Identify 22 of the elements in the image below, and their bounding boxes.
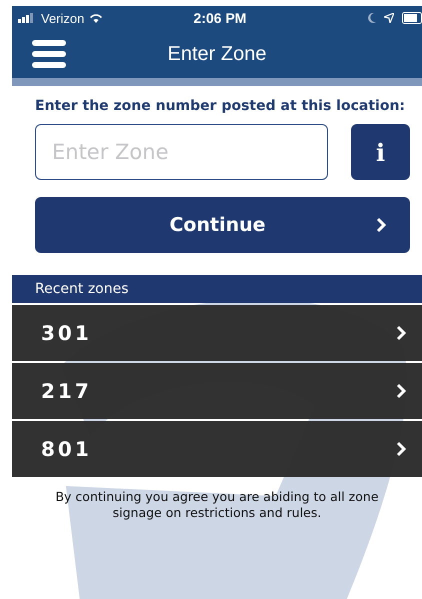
prompt-label: Enter the zone number posted at this location: bbox=[35, 98, 406, 114]
moon-icon bbox=[368, 13, 376, 23]
chevron-icon bbox=[396, 383, 406, 399]
menu-icon[interactable] bbox=[32, 40, 66, 68]
zone-input-field[interactable]: Enter Zone bbox=[35, 124, 328, 180]
screen-title: Enter Zone bbox=[166, 42, 268, 66]
chevron-icon bbox=[396, 441, 406, 457]
chevron-icon bbox=[376, 217, 386, 233]
zone-list-item[interactable]: 301 bbox=[12, 305, 422, 361]
clock-time: 2:06 PM bbox=[194, 10, 246, 26]
zone-list-item[interactable]: 217 bbox=[12, 363, 422, 419]
signal-icon bbox=[18, 13, 36, 23]
continue-button[interactable]: Continue bbox=[35, 197, 410, 253]
info-button[interactable]: i bbox=[351, 124, 410, 180]
battery-icon bbox=[402, 12, 422, 24]
section-title: Recent zones bbox=[35, 281, 129, 297]
zone-list-item[interactable]: 801 bbox=[12, 421, 422, 477]
carrier-name: Verizon bbox=[41, 10, 84, 26]
location-arrow-icon bbox=[384, 13, 394, 23]
chevron-icon bbox=[396, 325, 406, 341]
disclaimer-text: By continuing you agree you are abiding to all zone signage on restrictions and rules. bbox=[54, 489, 380, 522]
wifi-icon bbox=[89, 13, 104, 23]
